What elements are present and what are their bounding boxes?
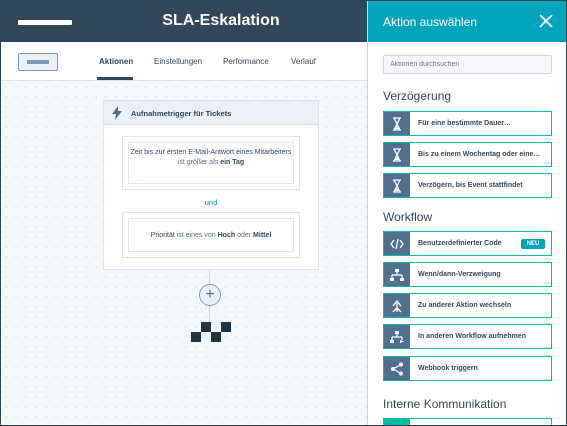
hourglass-icon bbox=[393, 148, 401, 162]
action-label: Benutzerdefinierter Code bbox=[418, 240, 502, 247]
condition-value: ein Tag bbox=[220, 159, 245, 166]
action-delay-event[interactable]: Verzögern, bis Event stattfindet bbox=[383, 173, 552, 198]
tab-bar: Aktionen Einstellungen Performance Verla… bbox=[1, 42, 367, 81]
and-connector-label: und bbox=[204, 198, 218, 207]
action-trigger-webhook[interactable]: Webhook triggern bbox=[383, 356, 552, 381]
end-flag-icon bbox=[191, 322, 231, 342]
add-action-button[interactable]: + bbox=[199, 284, 221, 306]
condition-value: Hoch bbox=[217, 232, 236, 239]
editor-header: SLA-Eskalation bbox=[1, 1, 367, 42]
action-delay-weekday[interactable]: Bis zu einem Wochentag oder eine… bbox=[383, 142, 552, 167]
trigger-title: Aufnahmetrigger für Tickets bbox=[131, 109, 232, 118]
action-label: In anderen Workflow aufnehmen bbox=[418, 333, 526, 340]
app-frame: SLA-Eskalation Aktionen Einstellungen Pe… bbox=[0, 0, 567, 426]
section-workflow-title: Workflow bbox=[383, 210, 433, 224]
trigger-condition-box[interactable]: Zeit bis zur ersten E-Mail-Antwort eines… bbox=[122, 136, 300, 190]
lightning-bolt-icon bbox=[112, 106, 122, 120]
panel-header: Aktion auswählen bbox=[368, 1, 566, 42]
active-tab-indicator bbox=[97, 77, 133, 80]
tab-performance[interactable]: Performance bbox=[223, 57, 269, 66]
enroll-icon bbox=[390, 331, 404, 343]
tab-settings[interactable]: Einstellungen bbox=[154, 57, 202, 66]
tab-history[interactable]: Verlauf bbox=[291, 57, 316, 66]
goto-icon bbox=[392, 299, 402, 313]
action-label: Wenn/dann-Verzweigung bbox=[418, 271, 501, 278]
condition-property: Priorität bbox=[150, 232, 175, 239]
action-search-input[interactable] bbox=[383, 55, 552, 74]
code-icon bbox=[390, 238, 404, 250]
condition-or: oder bbox=[237, 232, 252, 239]
trigger-condition: Zeit bis zur ersten E-Mail-Antwort eines… bbox=[128, 142, 294, 184]
action-panel: Aktion auswählen Verzögerung Für eine be… bbox=[367, 1, 566, 425]
hourglass-icon bbox=[393, 179, 401, 193]
new-badge: NEU bbox=[521, 239, 545, 249]
action-label: Verzögern, bis Event stattfindet bbox=[418, 182, 523, 189]
section-internal-communication-title: Interne Kommunikation bbox=[383, 397, 507, 411]
action-if-then-branch[interactable]: Wenn/dann-Verzweigung bbox=[383, 262, 552, 287]
action-label: Für eine bestimmte Dauer… bbox=[418, 120, 511, 127]
trigger-condition-box[interactable]: Priorität ist eines von Hoch oder Mittel bbox=[122, 212, 300, 258]
condition-value: Mittel bbox=[253, 232, 272, 239]
back-button-icon bbox=[27, 60, 49, 64]
enrollment-trigger-card[interactable]: Aufnahmetrigger für Tickets Zeit bis zur… bbox=[103, 100, 319, 270]
action-go-to-action[interactable]: Zu anderer Aktion wechseln bbox=[383, 293, 552, 318]
action-partial[interactable] bbox=[383, 418, 552, 425]
share-icon bbox=[391, 362, 403, 376]
back-button[interactable] bbox=[18, 53, 58, 71]
action-custom-code[interactable]: Benutzerdefinierter Code NEU bbox=[383, 231, 552, 256]
action-enroll-other-workflow[interactable]: In anderen Workflow aufnehmen bbox=[383, 324, 552, 349]
tab-actions[interactable]: Aktionen bbox=[99, 57, 133, 66]
hourglass-icon bbox=[393, 117, 401, 131]
action-label: Webhook triggern bbox=[418, 365, 478, 372]
panel-title: Aktion auswählen bbox=[383, 15, 478, 29]
condition-operator: ist eines von bbox=[176, 232, 216, 239]
trigger-header: Aufnahmetrigger für Tickets bbox=[104, 101, 318, 125]
condition-operator: ist größer als bbox=[177, 159, 219, 166]
branch-icon bbox=[390, 269, 404, 281]
action-label: Bis zu einem Wochentag oder eine… bbox=[418, 151, 541, 158]
section-delay-title: Verzögerung bbox=[383, 89, 452, 103]
name-field-icon[interactable] bbox=[18, 20, 72, 25]
workflow-title: SLA-Eskalation bbox=[162, 12, 280, 29]
action-delay-duration[interactable]: Für eine bestimmte Dauer… bbox=[383, 111, 552, 136]
trigger-condition: Priorität ist eines von Hoch oder Mittel bbox=[128, 218, 294, 252]
close-icon[interactable] bbox=[539, 14, 553, 28]
condition-property: Zeit bis zur ersten E-Mail-Antwort eines… bbox=[130, 149, 292, 156]
action-label: Zu anderer Aktion wechseln bbox=[418, 302, 512, 309]
